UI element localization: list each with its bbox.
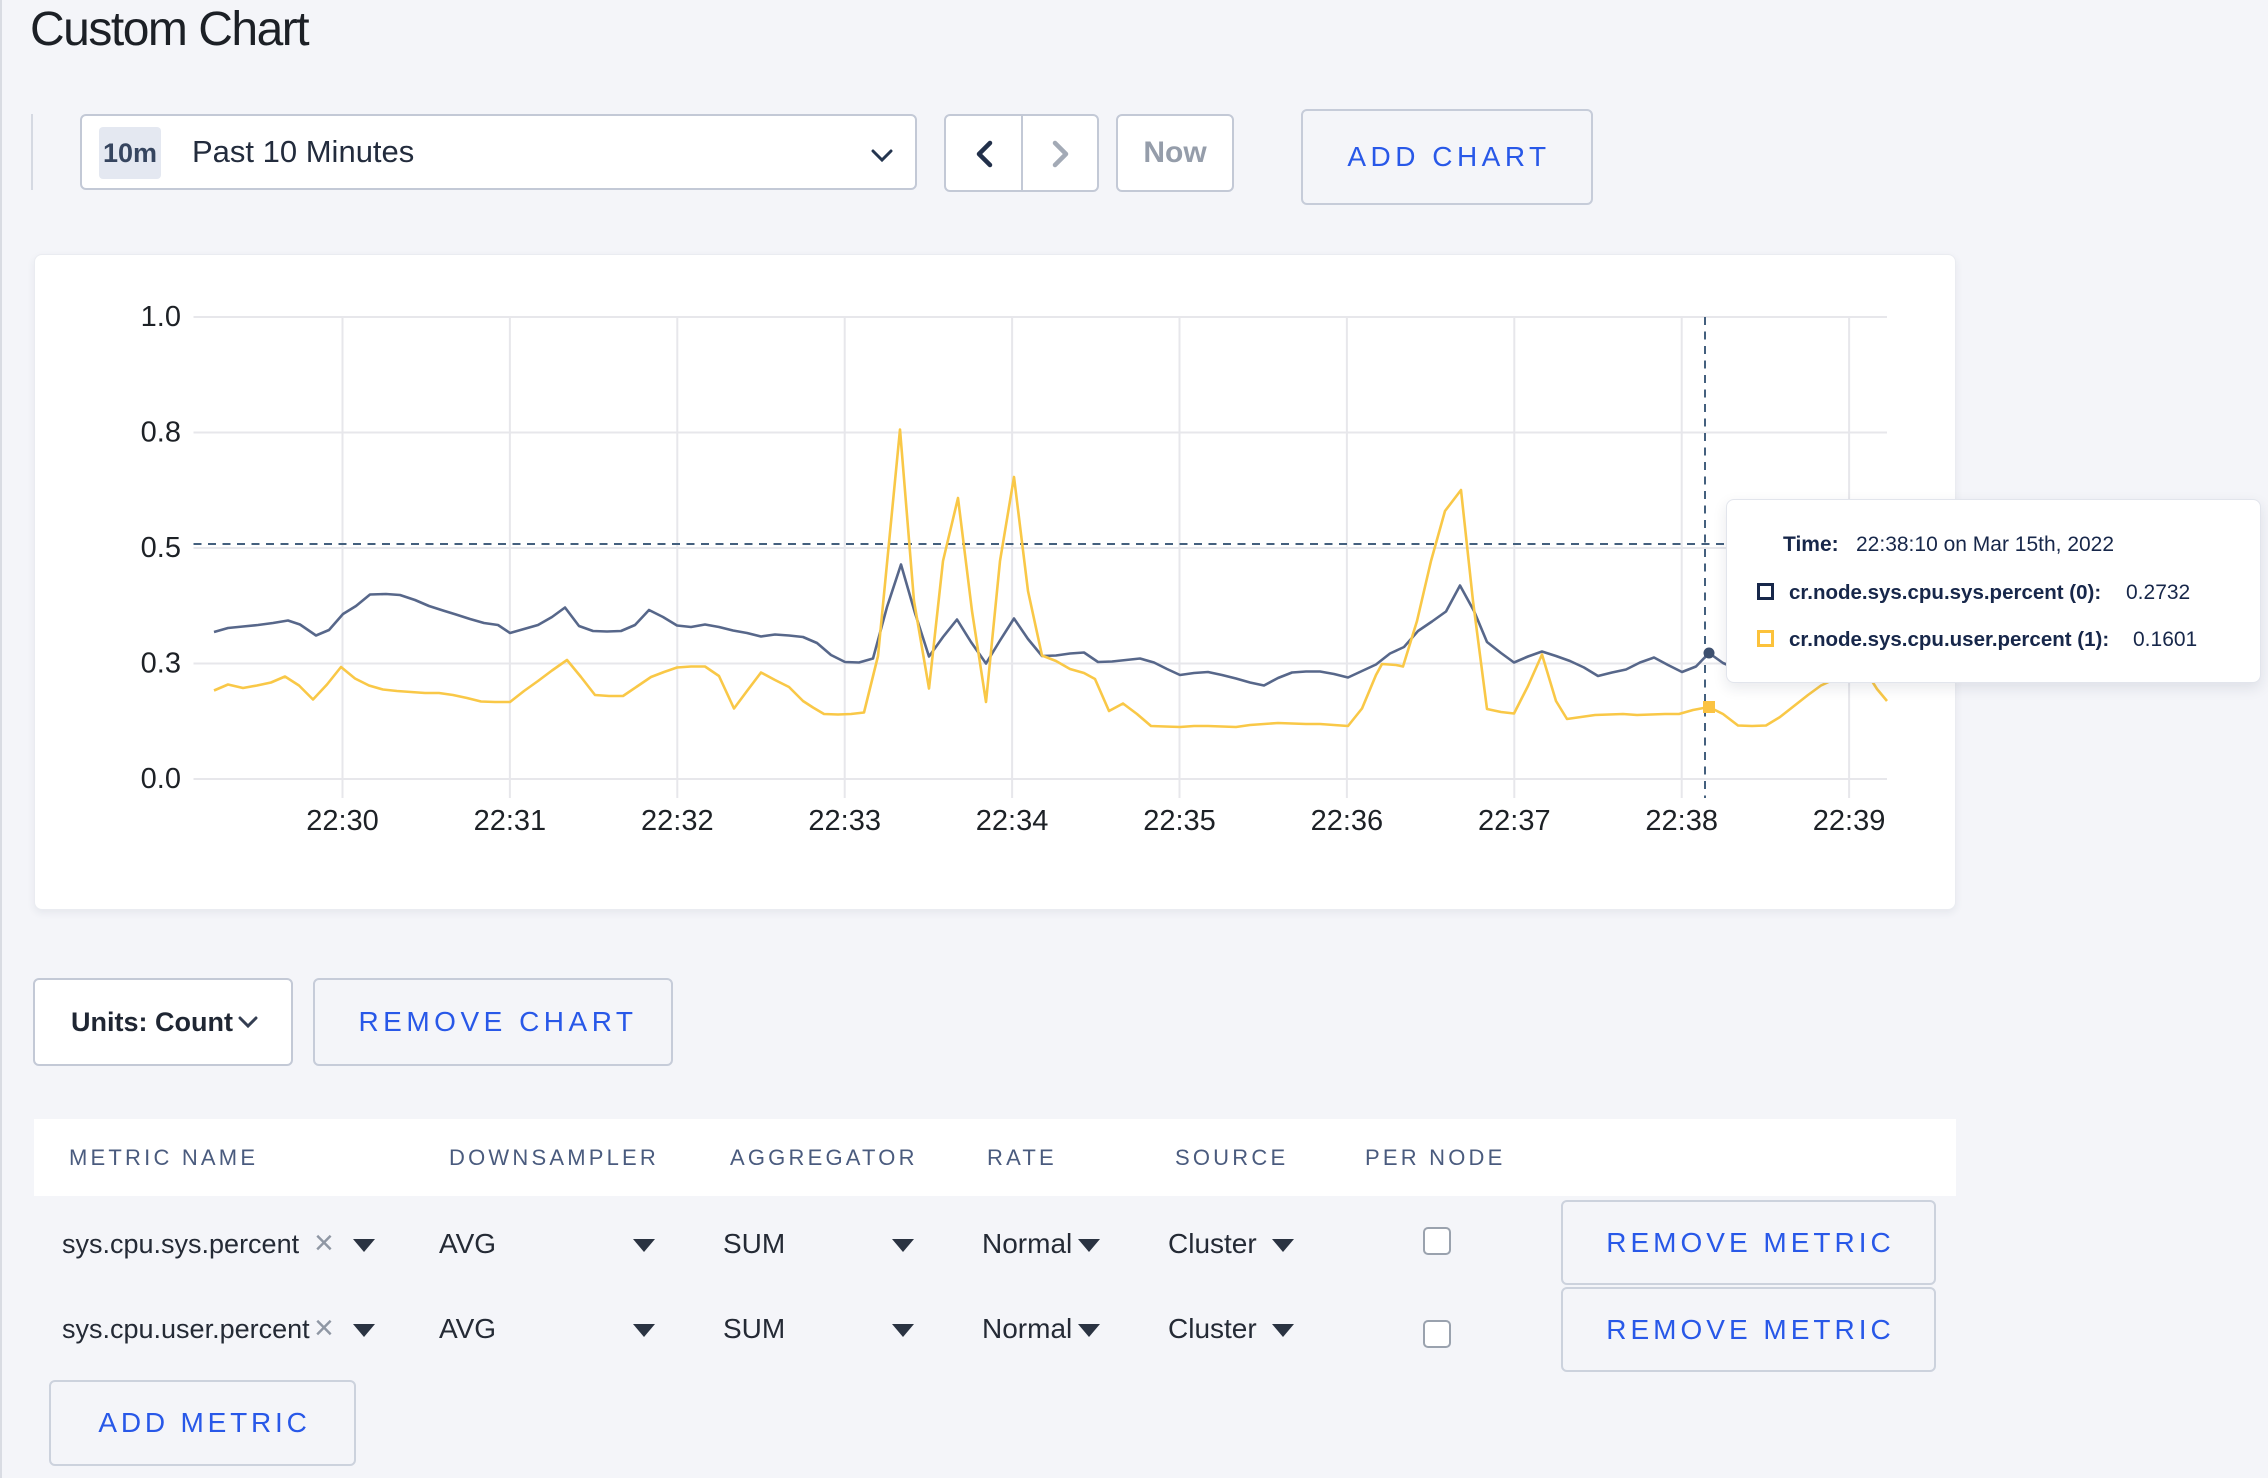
- svg-text:22:32: 22:32: [641, 805, 714, 837]
- svg-text:22:34: 22:34: [976, 805, 1049, 837]
- svg-text:22:36: 22:36: [1311, 805, 1384, 837]
- svg-text:22:31: 22:31: [474, 805, 547, 837]
- svg-text:1.0: 1.0: [141, 301, 181, 333]
- svg-text:22:33: 22:33: [808, 805, 881, 837]
- svg-text:0.0: 0.0: [141, 763, 181, 795]
- svg-text:22:38: 22:38: [1645, 805, 1718, 837]
- svg-text:22:37: 22:37: [1478, 805, 1551, 837]
- svg-text:0.5: 0.5: [141, 532, 181, 564]
- svg-text:0.8: 0.8: [141, 417, 181, 449]
- svg-text:22:39: 22:39: [1813, 805, 1886, 837]
- svg-text:22:35: 22:35: [1143, 805, 1216, 837]
- svg-text:0.3: 0.3: [141, 648, 181, 680]
- svg-text:22:30: 22:30: [306, 805, 379, 837]
